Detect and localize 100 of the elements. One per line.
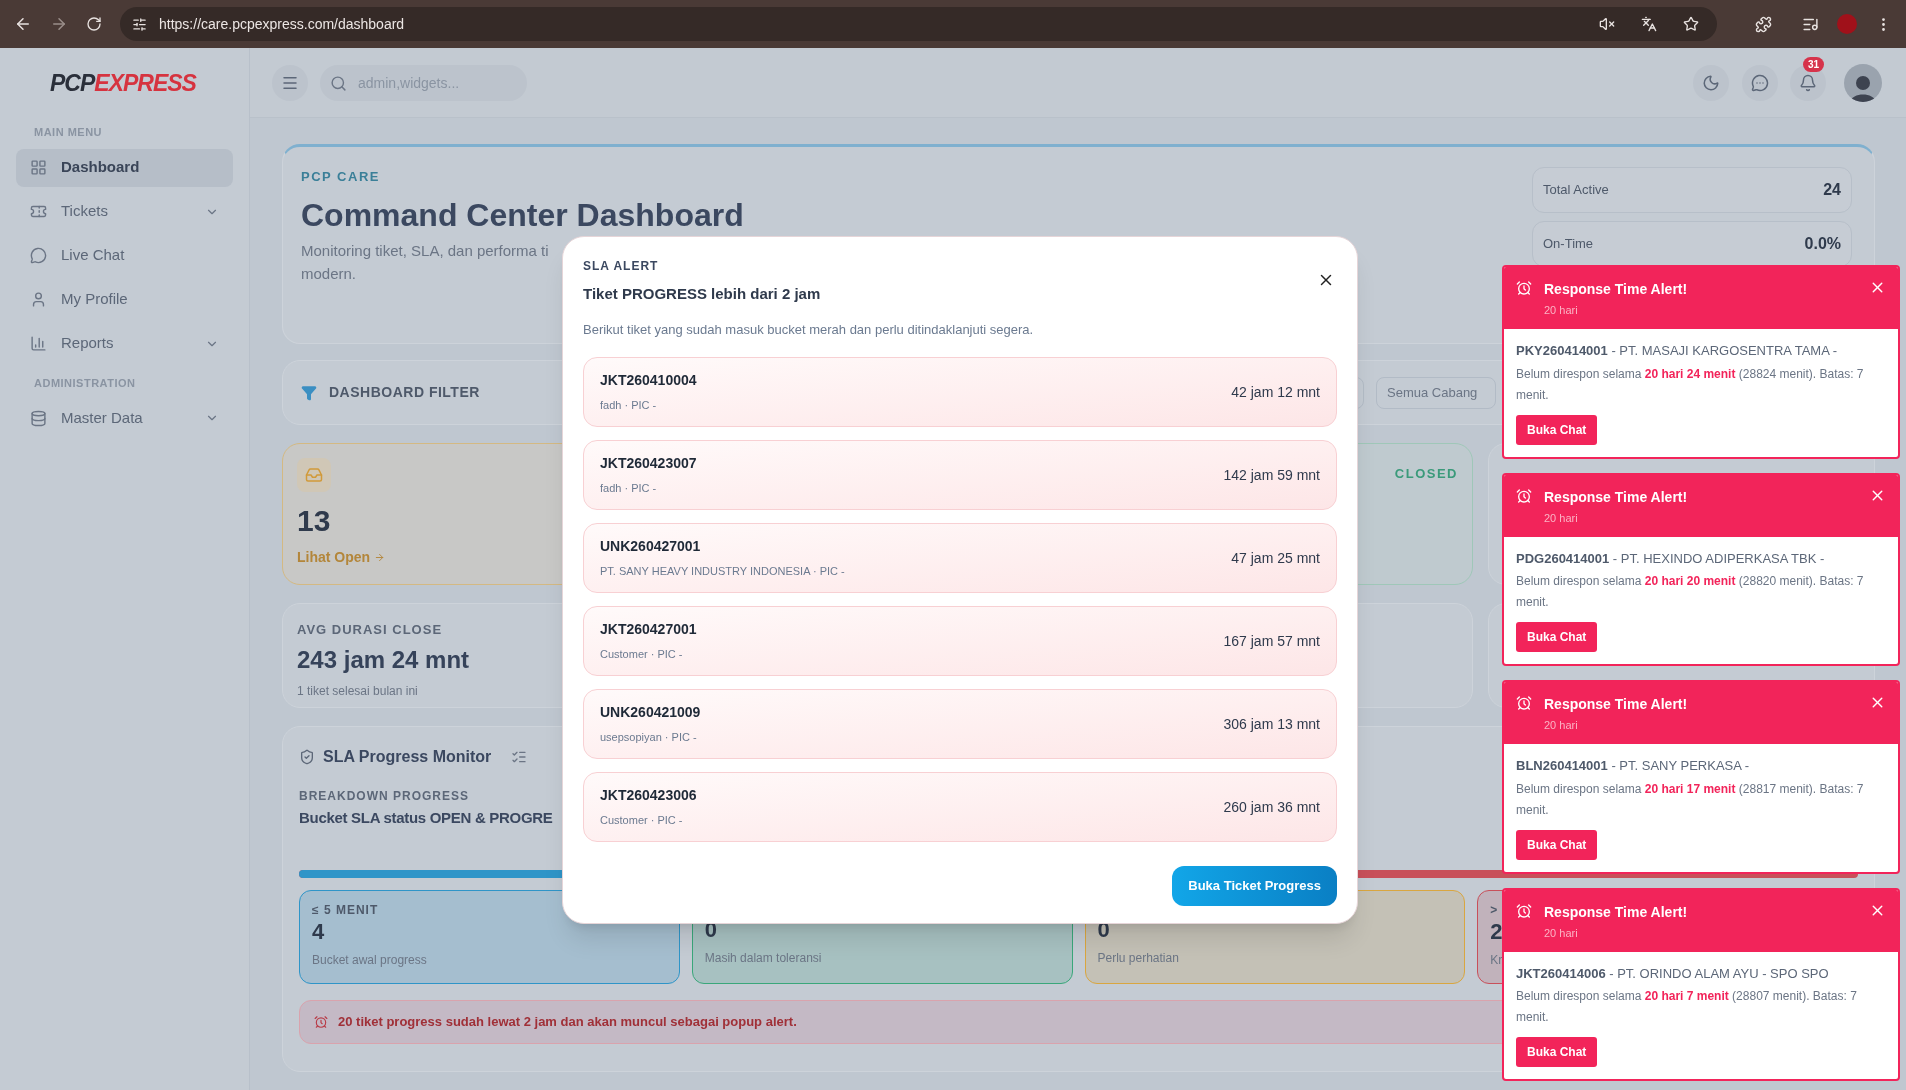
search-icon	[330, 74, 347, 92]
toast-message: Belum direspon selama 20 hari 24 menit (28824 menit). Batas: 7 menit.	[1516, 365, 1865, 404]
bucket-note: Bucket awal progress	[312, 951, 427, 969]
ticket-duration: 142 jam 59 mnt	[1223, 465, 1320, 485]
stat-box: Total Active 24	[1532, 167, 1852, 213]
chat-icon	[1751, 73, 1769, 92]
sidebar-item[interactable]: Master Data	[16, 399, 233, 437]
bucket-note: Kr	[1490, 951, 1503, 969]
sidebar-section-title: MAIN MENU	[33, 125, 104, 140]
toast-subject: BLN260414001 - PT. SANY PERKASA -	[1516, 757, 1751, 775]
sidebar-item[interactable]: Tickets	[16, 192, 233, 231]
toast-age: 20 hari	[1544, 718, 1578, 733]
open-progress-button[interactable]: Buka Ticket Progress	[1172, 866, 1337, 906]
bucket-count: 2	[1490, 918, 1503, 945]
messages-button[interactable]	[1742, 64, 1778, 101]
ticket-duration: 47 jam 25 mnt	[1231, 548, 1320, 568]
bucket-note: Masih dalam toleransi	[704, 949, 822, 967]
funnel-icon	[301, 384, 317, 401]
ticket-duration: 306 jam 13 mnt	[1223, 714, 1320, 734]
sidebar-item[interactable]: My Profile	[16, 280, 233, 319]
list-icon[interactable]	[511, 749, 528, 765]
shield-check-icon	[299, 749, 315, 765]
bucket-note: Perlu perhatian	[1097, 949, 1179, 967]
dark-mode-button[interactable]	[1693, 64, 1729, 101]
open-chat-button[interactable]: Buka Chat	[1516, 829, 1598, 860]
bell-icon	[1799, 73, 1817, 92]
user-avatar[interactable]	[1844, 63, 1882, 102]
ticket-id: JKT260427001	[600, 620, 697, 640]
toast-subject: PDG260414001 - PT. HEXINDO ADIPERKASA TBK -	[1516, 549, 1826, 568]
extensions-icon[interactable]	[1755, 15, 1772, 33]
avg-value: 243 jam 24 mnt	[297, 644, 470, 675]
translate-icon[interactable]	[1641, 16, 1657, 32]
arrow-right-icon	[374, 552, 386, 563]
bucket-label: ≤ 5 MENIT	[312, 901, 379, 919]
eyebrow-text: PCP CARE	[301, 168, 380, 186]
alarm-clock-icon	[1516, 902, 1532, 919]
site-settings-icon[interactable]	[132, 16, 147, 32]
toast-age: 20 hari	[1544, 303, 1578, 318]
sidebar-item[interactable]: Live Chat	[16, 236, 233, 275]
ticket-id: JKT260423007	[600, 454, 697, 474]
alarm-clock-icon	[1516, 280, 1532, 296]
menu-button[interactable]	[272, 64, 308, 101]
dialog-description: Berikut tiket yang sudah masuk bucket merah dan perlu ditindaklanjuti segera.	[583, 320, 1035, 339]
reload-icon[interactable]	[86, 16, 102, 32]
toast-title: Response Time Alert!	[1544, 280, 1688, 299]
branch-select[interactable]: Semua Cabang	[1376, 376, 1496, 409]
breakdown-eyebrow: BREAKDOWN PROGRESS	[299, 788, 469, 805]
ticket-id: JKT260423006	[600, 786, 697, 806]
description-text: modern.	[301, 263, 357, 284]
breakdown-subtitle: Bucket SLA status OPEN & PROGRE	[299, 808, 553, 828]
ticket-row[interactable]: JKT260427001 Customer · PIC - 167 jam 57 mnt	[583, 606, 1337, 676]
toast-title: Response Time Alert!	[1544, 487, 1688, 507]
url-text: https://care.pcpexpress.com/dashboard	[159, 14, 406, 34]
ticket-duration: 167 jam 57 mnt	[1223, 631, 1320, 651]
notification-count: 31	[1802, 56, 1824, 72]
inbox-icon	[305, 466, 323, 484]
ticket-row[interactable]: JKT260423007 fadh · PIC - 142 jam 59 mnt	[583, 440, 1337, 510]
alarm-clock-icon	[1516, 487, 1532, 504]
open-chat-button[interactable]: Buka Chat	[1516, 1037, 1598, 1067]
muted-speaker-icon[interactable]	[1599, 16, 1615, 32]
toast-title: Response Time Alert!	[1544, 902, 1688, 922]
ticket-meta: Customer · PIC -	[600, 813, 683, 829]
open-chat-button[interactable]: Buka Chat	[1516, 622, 1598, 652]
sla-title: SLA Progress Monitor	[323, 747, 492, 767]
page-title: Command Center Dashboard	[301, 195, 744, 235]
ticket-row[interactable]: JKT260423006 Customer · PIC - 260 jam 36 mnt	[583, 772, 1337, 842]
bucket-count: 4	[312, 918, 325, 945]
dialog-title: Tiket PROGRESS lebih dari 2 jam	[583, 284, 821, 304]
toast-title: Response Time Alert!	[1544, 695, 1688, 714]
ticket-row[interactable]: UNK260421009 usepsopiyan · PIC - 306 jam 13 mnt	[583, 689, 1337, 759]
toast-message: Belum direspon selama 20 hari 20 menit (28820 menit). Batas: 7 menit.	[1516, 573, 1865, 611]
ticket-meta: Customer · PIC -	[600, 647, 683, 663]
open-chat-button[interactable]: Buka Chat	[1516, 414, 1598, 445]
toast-subject: JKT260414006 - PT. ORINDO ALAM AYU - SPO SPO	[1516, 964, 1830, 983]
logo[interactable]: PCPEXPRESS	[50, 65, 196, 101]
ticket-id: UNK260421009	[600, 703, 701, 723]
ticket-duration: 42 jam 12 mnt	[1231, 382, 1320, 402]
address-bar[interactable]: https://care.pcpexpress.com/dashboard	[120, 7, 1717, 41]
ticket-meta: PT. SANY HEAVY INDUSTRY INDONESIA · PIC -	[600, 564, 845, 580]
stat-box: On-Time 0.0%	[1532, 221, 1852, 267]
sidebar-item[interactable]: Dashboard	[16, 148, 233, 187]
ticket-meta: fadh · PIC -	[600, 481, 657, 497]
forward-icon[interactable]	[50, 15, 68, 33]
sidebar-item[interactable]: Reports	[16, 324, 233, 363]
ticket-row[interactable]: JKT260410004 fadh · PIC - 42 jam 12 mnt	[583, 357, 1337, 427]
ticket-meta: fadh · PIC -	[600, 398, 657, 414]
toast-subject: PKY260414001 - PT. MASAJI KARGOSENTRA TAMA -	[1516, 342, 1839, 360]
open-count: 13	[297, 503, 332, 539]
moon-icon	[1702, 73, 1720, 92]
alarm-clock-icon	[314, 1014, 328, 1029]
filter-title: DASHBOARD FILTER	[329, 383, 481, 402]
ticket-row[interactable]: UNK260427001 PT. SANY HEAVY INDUSTRY INDONESIA · PIC - 47 jam 25 mnt	[583, 523, 1337, 593]
description-text: Monitoring tiket, SLA, dan performa ti	[301, 240, 549, 261]
back-icon[interactable]	[14, 15, 32, 33]
bucket-label: >	[1490, 901, 1499, 919]
sidebar-section-title: ADMINISTRATION	[33, 375, 137, 391]
toast-age: 20 hari	[1544, 925, 1578, 941]
closed-label: CLOSED	[1394, 465, 1458, 483]
ticket-meta: usepsopiyan · PIC -	[600, 730, 697, 746]
bookmark-star-icon[interactable]	[1683, 16, 1699, 32]
